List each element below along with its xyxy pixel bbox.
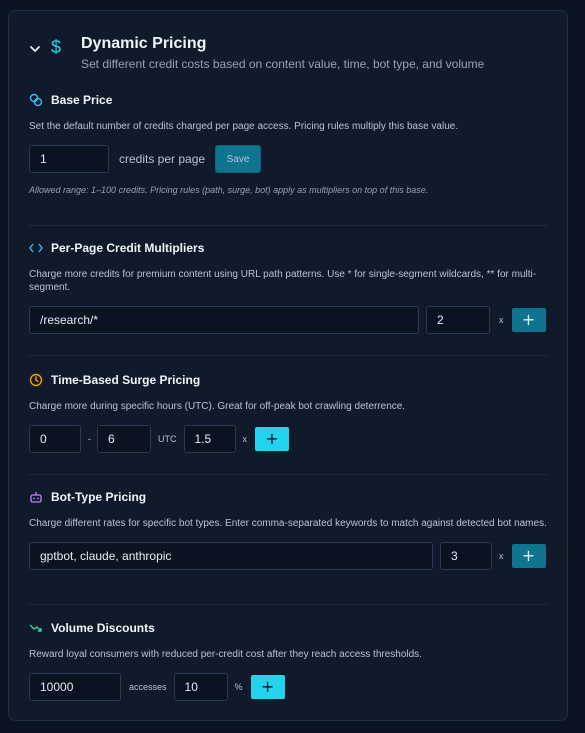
code-icon (29, 241, 43, 255)
section-description: Charge more credits for premium content … (29, 269, 537, 293)
coins-icon (29, 93, 43, 107)
page-subtitle: Set different credit costs based on cont… (81, 57, 485, 71)
section-title: Base Price (51, 93, 113, 107)
add-volume-rule-button[interactable]: + (250, 675, 285, 699)
base-price-input[interactable] (29, 145, 109, 173)
multiplier-x-label: x (242, 434, 248, 444)
percent-label: % (234, 682, 243, 692)
trending-down-icon (29, 621, 43, 635)
bot-keywords-input[interactable] (29, 542, 433, 570)
add-surge-rule-button[interactable]: + (255, 427, 289, 451)
surge-start-hour-input[interactable] (29, 425, 81, 453)
divider (29, 604, 547, 605)
multiplier-input[interactable] (426, 306, 490, 334)
add-bot-rule-button[interactable]: + (511, 544, 546, 568)
divider (29, 355, 547, 356)
surge-section: Time-Based Surge Pricing Charge more dur… (29, 372, 547, 453)
surge-multiplier-input[interactable] (183, 425, 236, 453)
base-price-section: Base Price Set the default number of cre… (29, 92, 547, 195)
page-title: Dynamic Pricing (81, 35, 207, 52)
section-description: Charge more during specific hours (UTC).… (29, 401, 406, 412)
utc-label: UTC (158, 434, 177, 444)
bot-multiplier-input[interactable] (440, 542, 492, 570)
surge-end-hour-input[interactable] (97, 425, 151, 453)
accesses-label: accesses (129, 682, 167, 692)
section-description: Reward loyal consumers with reduced per-… (29, 649, 422, 660)
save-button[interactable]: Save (215, 145, 262, 173)
clock-icon (29, 373, 43, 387)
bot-type-section: Bot-Type Pricing Charge different rates … (29, 489, 547, 570)
bot-icon (29, 490, 43, 504)
dynamic-pricing-card: $ Dynamic Pricing Set different credit c… (8, 10, 568, 721)
chevron-down-icon[interactable] (29, 41, 43, 59)
path-pattern-input[interactable] (29, 306, 419, 334)
volume-section: Volume Discounts Reward loyal consumers … (29, 620, 547, 701)
section-description: Set the default number of credits charge… (29, 121, 459, 132)
divider (29, 474, 547, 475)
section-title: Time-Based Surge Pricing (51, 373, 201, 387)
range-dash: - (88, 434, 91, 444)
multiplier-x-label: x (499, 551, 504, 561)
credits-per-page-label: credits per page (119, 152, 206, 166)
accesses-threshold-input[interactable] (29, 673, 121, 701)
section-title: Volume Discounts (51, 621, 155, 635)
multiplier-x-label: x (499, 315, 504, 325)
add-path-rule-button[interactable]: + (511, 308, 546, 332)
discount-percent-input[interactable] (173, 673, 228, 701)
section-description: Charge different rates for specific bot … (29, 518, 547, 529)
divider (29, 225, 547, 226)
section-title: Per-Page Credit Multipliers (51, 241, 205, 255)
section-title: Bot-Type Pricing (51, 490, 147, 504)
pricing-header[interactable]: $ Dynamic Pricing Set different credit c… (29, 35, 484, 71)
range-note: Allowed range: 1–100 credits. Pricing ru… (29, 185, 429, 195)
dollar-icon: $ (51, 37, 62, 57)
per-page-section: Per-Page Credit Multipliers Charge more … (29, 240, 547, 334)
